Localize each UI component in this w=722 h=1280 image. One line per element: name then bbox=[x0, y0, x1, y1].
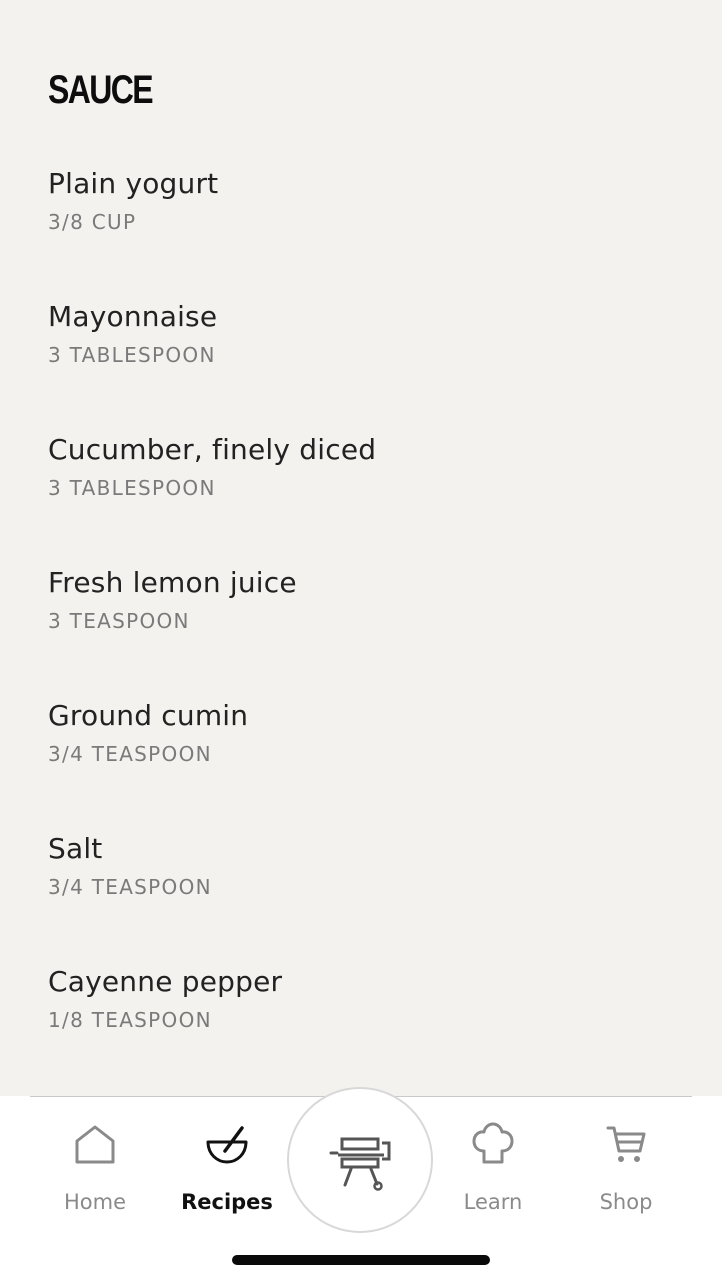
home-indicator bbox=[232, 1255, 490, 1265]
ingredient-quantity: 3 TABLESPOON bbox=[48, 476, 216, 500]
bowl-icon bbox=[206, 1126, 248, 1164]
section-title: SAUCE bbox=[48, 68, 154, 112]
tab-shop-label: Shop bbox=[599, 1190, 653, 1214]
tab-home[interactable]: Home bbox=[30, 1122, 160, 1222]
ingredient-name: Cucumber, finely diced bbox=[48, 433, 377, 466]
grill-button[interactable] bbox=[287, 1087, 433, 1233]
ingredient-item[interactable]: Ground cumin 3/4 TEASPOON bbox=[48, 696, 688, 829]
ingredient-quantity: 3/8 CUP bbox=[48, 210, 137, 234]
grill-icon bbox=[329, 1137, 391, 1191]
ingredient-item[interactable]: Cucumber, finely diced 3 TABLESPOON bbox=[48, 430, 688, 563]
ingredient-item[interactable]: Plain yogurt 3/8 CUP bbox=[48, 164, 688, 297]
ingredient-name: Plain yogurt bbox=[48, 167, 219, 200]
tab-recipes[interactable]: Recipes bbox=[162, 1122, 292, 1222]
ingredient-quantity: 3/4 TEASPOON bbox=[48, 742, 212, 766]
tab-home-label: Home bbox=[63, 1190, 126, 1214]
tab-shop[interactable]: Shop bbox=[561, 1122, 691, 1222]
cart-icon bbox=[606, 1126, 646, 1162]
ingredient-item[interactable]: Mayonnaise 3 TABLESPOON bbox=[48, 297, 688, 430]
ingredient-name: Mayonnaise bbox=[48, 300, 218, 333]
tab-learn[interactable]: Learn bbox=[428, 1122, 558, 1222]
ingredient-name: Fresh lemon juice bbox=[48, 566, 297, 599]
ingredient-item[interactable]: Fresh lemon juice 3 TEASPOON bbox=[48, 563, 688, 696]
ingredient-name: Cayenne pepper bbox=[48, 965, 283, 998]
ingredient-quantity: 1/8 TEASPOON bbox=[48, 1008, 212, 1032]
tab-learn-label: Learn bbox=[463, 1190, 523, 1214]
ingredient-name: Ground cumin bbox=[48, 699, 249, 732]
ingredient-quantity: 3 TEASPOON bbox=[48, 609, 190, 633]
ingredient-quantity: 3 TABLESPOON bbox=[48, 343, 216, 367]
home-icon bbox=[75, 1125, 115, 1164]
ingredient-item[interactable]: Cayenne pepper 1/8 TEASPOON bbox=[48, 962, 688, 1095]
chef-hat-icon bbox=[472, 1122, 514, 1164]
ingredient-item[interactable]: Salt 3/4 TEASPOON bbox=[48, 829, 688, 962]
tab-recipes-label: Recipes bbox=[181, 1190, 273, 1214]
ingredient-name: Salt bbox=[48, 832, 103, 865]
ingredient-quantity: 3/4 TEASPOON bbox=[48, 875, 212, 899]
ingredient-list: Plain yogurt 3/8 CUP Mayonnaise 3 TABLES… bbox=[48, 164, 688, 1095]
